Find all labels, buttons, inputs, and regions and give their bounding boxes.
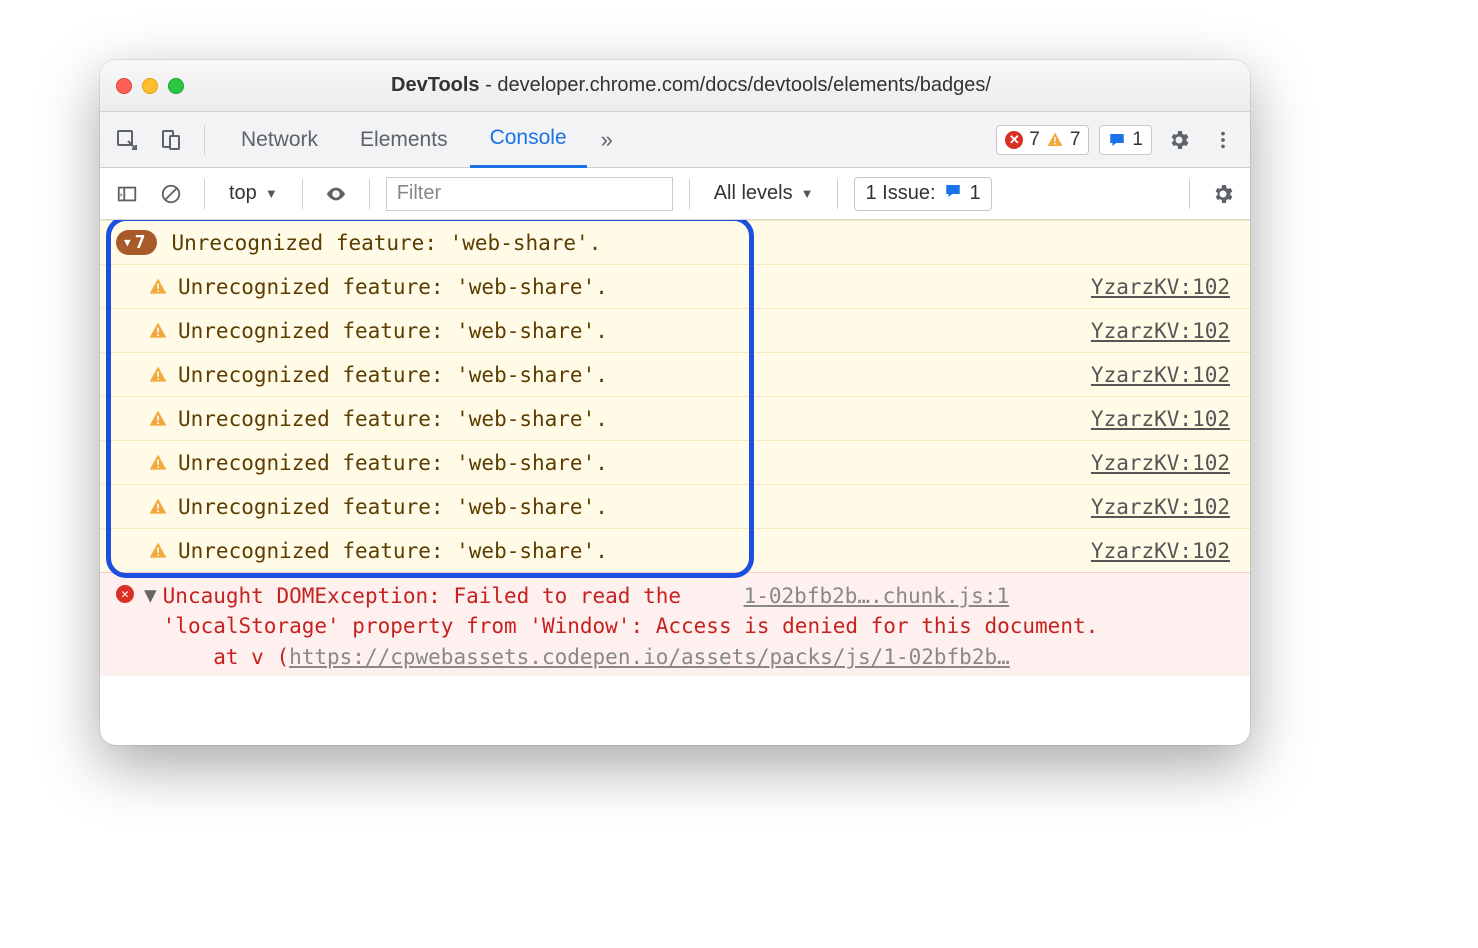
source-link[interactable]: YzarzKV:102 bbox=[1091, 275, 1230, 299]
chevron-down-icon[interactable]: ▼ bbox=[144, 583, 157, 607]
warning-icon bbox=[148, 541, 168, 561]
issues-button[interactable]: 1 Issue: 1 bbox=[854, 177, 991, 211]
error-stack-at: at v ( bbox=[213, 645, 289, 669]
separator bbox=[369, 179, 370, 209]
warning-row[interactable]: Unrecognized feature: 'web-share'. Yzarz… bbox=[100, 264, 1250, 308]
separator bbox=[1189, 179, 1190, 209]
log-levels-selector[interactable]: All levels ▼ bbox=[706, 182, 822, 205]
separator bbox=[837, 179, 838, 209]
error-text-2: 'localStorage' property from 'Window': A… bbox=[163, 614, 1099, 638]
settings-icon[interactable] bbox=[1162, 123, 1196, 157]
tab-console[interactable]: Console bbox=[470, 112, 587, 168]
window-titlebar: DevTools - developer.chrome.com/docs/dev… bbox=[100, 60, 1250, 112]
device-toggle-icon[interactable] bbox=[154, 123, 188, 157]
warning-row[interactable]: Unrecognized feature: 'web-share'. Yzarz… bbox=[100, 352, 1250, 396]
console-sidebar-toggle-icon[interactable] bbox=[110, 183, 144, 205]
warning-icon bbox=[148, 497, 168, 517]
separator bbox=[204, 125, 205, 155]
warning-message: Unrecognized feature: 'web-share'. bbox=[178, 407, 608, 431]
live-expression-icon[interactable] bbox=[319, 183, 353, 205]
window-title: DevTools - developer.chrome.com/docs/dev… bbox=[204, 74, 1178, 97]
warning-icon bbox=[148, 277, 168, 297]
page-url: developer.chrome.com/docs/devtools/eleme… bbox=[497, 74, 991, 96]
error-stack-link[interactable]: https://cpwebassets.codepen.io/assets/pa… bbox=[289, 645, 1010, 669]
inspect-element-icon[interactable] bbox=[110, 123, 144, 157]
separator bbox=[689, 179, 690, 209]
source-link[interactable]: YzarzKV:102 bbox=[1091, 539, 1230, 563]
separator bbox=[302, 179, 303, 209]
console-output: ▼ 7 Unrecognized feature: 'web-share'. U… bbox=[100, 220, 1250, 745]
error-icon: ✕ bbox=[1005, 131, 1023, 149]
messages-badge[interactable]: 1 bbox=[1099, 125, 1152, 155]
messages-count: 1 bbox=[1132, 129, 1143, 151]
source-link[interactable]: YzarzKV:102 bbox=[1091, 319, 1230, 343]
clear-console-icon[interactable] bbox=[154, 183, 188, 205]
context-label: top bbox=[229, 182, 257, 205]
warning-icon bbox=[148, 453, 168, 473]
more-menu-icon[interactable] bbox=[1206, 123, 1240, 157]
filter-input[interactable] bbox=[386, 177, 673, 211]
message-icon bbox=[944, 182, 962, 206]
main-tab-strip: Network Elements Console » ✕ 7 7 1 bbox=[100, 112, 1250, 168]
error-row[interactable]: ✕ ▼ Uncaught DOMException: Failed to rea… bbox=[100, 572, 1250, 676]
separator bbox=[204, 179, 205, 209]
warning-message: Unrecognized feature: 'web-share'. bbox=[178, 363, 608, 387]
warning-message: Unrecognized feature: 'web-share'. bbox=[178, 451, 608, 475]
warning-message: Unrecognized feature: 'web-share'. bbox=[178, 539, 608, 563]
warning-icon bbox=[148, 409, 168, 429]
warning-row[interactable]: Unrecognized feature: 'web-share'. Yzarz… bbox=[100, 528, 1250, 572]
tab-elements[interactable]: Elements bbox=[340, 112, 468, 168]
warning-icon bbox=[148, 321, 168, 341]
group-count: 7 bbox=[135, 232, 146, 253]
warning-message: Unrecognized feature: 'web-share'. bbox=[178, 319, 608, 343]
source-link[interactable]: YzarzKV:102 bbox=[1091, 407, 1230, 431]
group-message: Unrecognized feature: 'web-share'. bbox=[171, 231, 601, 255]
warning-row[interactable]: Unrecognized feature: 'web-share'. Yzarz… bbox=[100, 396, 1250, 440]
devtools-window: DevTools - developer.chrome.com/docs/dev… bbox=[100, 60, 1250, 745]
warning-icon bbox=[148, 365, 168, 385]
error-icon: ✕ bbox=[116, 585, 134, 603]
error-text-1: Uncaught DOMException: Failed to read th… bbox=[163, 584, 681, 608]
source-link[interactable]: YzarzKV:102 bbox=[1091, 363, 1230, 387]
chevron-down-icon: ▼ bbox=[801, 186, 814, 201]
console-settings-icon[interactable] bbox=[1206, 177, 1240, 211]
app-name: DevTools bbox=[391, 74, 480, 96]
warning-row[interactable]: Unrecognized feature: 'web-share'. Yzarz… bbox=[100, 308, 1250, 352]
tab-network[interactable]: Network bbox=[221, 112, 338, 168]
chevron-down-icon: ▼ bbox=[265, 186, 278, 201]
minimize-window-button[interactable] bbox=[142, 78, 158, 94]
warning-row[interactable]: Unrecognized feature: 'web-share'. Yzarz… bbox=[100, 484, 1250, 528]
panel-tabs: Network Elements Console » bbox=[221, 112, 625, 168]
warning-icon bbox=[1046, 131, 1064, 149]
maximize-window-button[interactable] bbox=[168, 78, 184, 94]
error-count: 7 bbox=[1029, 129, 1040, 151]
group-count-badge: ▼ 7 bbox=[116, 230, 157, 255]
message-icon bbox=[1108, 131, 1126, 149]
warning-message: Unrecognized feature: 'web-share'. bbox=[178, 495, 608, 519]
issues-count: 1 bbox=[970, 182, 981, 205]
source-link[interactable]: YzarzKV:102 bbox=[1091, 451, 1230, 475]
source-link[interactable]: YzarzKV:102 bbox=[1091, 495, 1230, 519]
chevron-down-icon: ▼ bbox=[124, 236, 131, 249]
warning-row[interactable]: Unrecognized feature: 'web-share'. Yzarz… bbox=[100, 440, 1250, 484]
context-selector[interactable]: top ▼ bbox=[221, 182, 286, 205]
warning-group-header[interactable]: ▼ 7 Unrecognized feature: 'web-share'. bbox=[100, 220, 1250, 264]
error-body: Uncaught DOMException: Failed to read th… bbox=[163, 581, 1230, 672]
warning-message: Unrecognized feature: 'web-share'. bbox=[178, 275, 608, 299]
error-source-link[interactable]: 1-02bfb2b….chunk.js:1 bbox=[744, 584, 1010, 608]
error-warning-badges[interactable]: ✕ 7 7 bbox=[996, 125, 1089, 155]
warning-count: 7 bbox=[1070, 129, 1081, 151]
more-tabs-icon[interactable]: » bbox=[589, 127, 625, 153]
close-window-button[interactable] bbox=[116, 78, 132, 94]
console-toolbar: top ▼ All levels ▼ 1 Issue: 1 bbox=[100, 168, 1250, 220]
issues-label: 1 Issue: bbox=[865, 182, 935, 205]
levels-label: All levels bbox=[714, 182, 793, 205]
traffic-lights bbox=[116, 78, 184, 94]
